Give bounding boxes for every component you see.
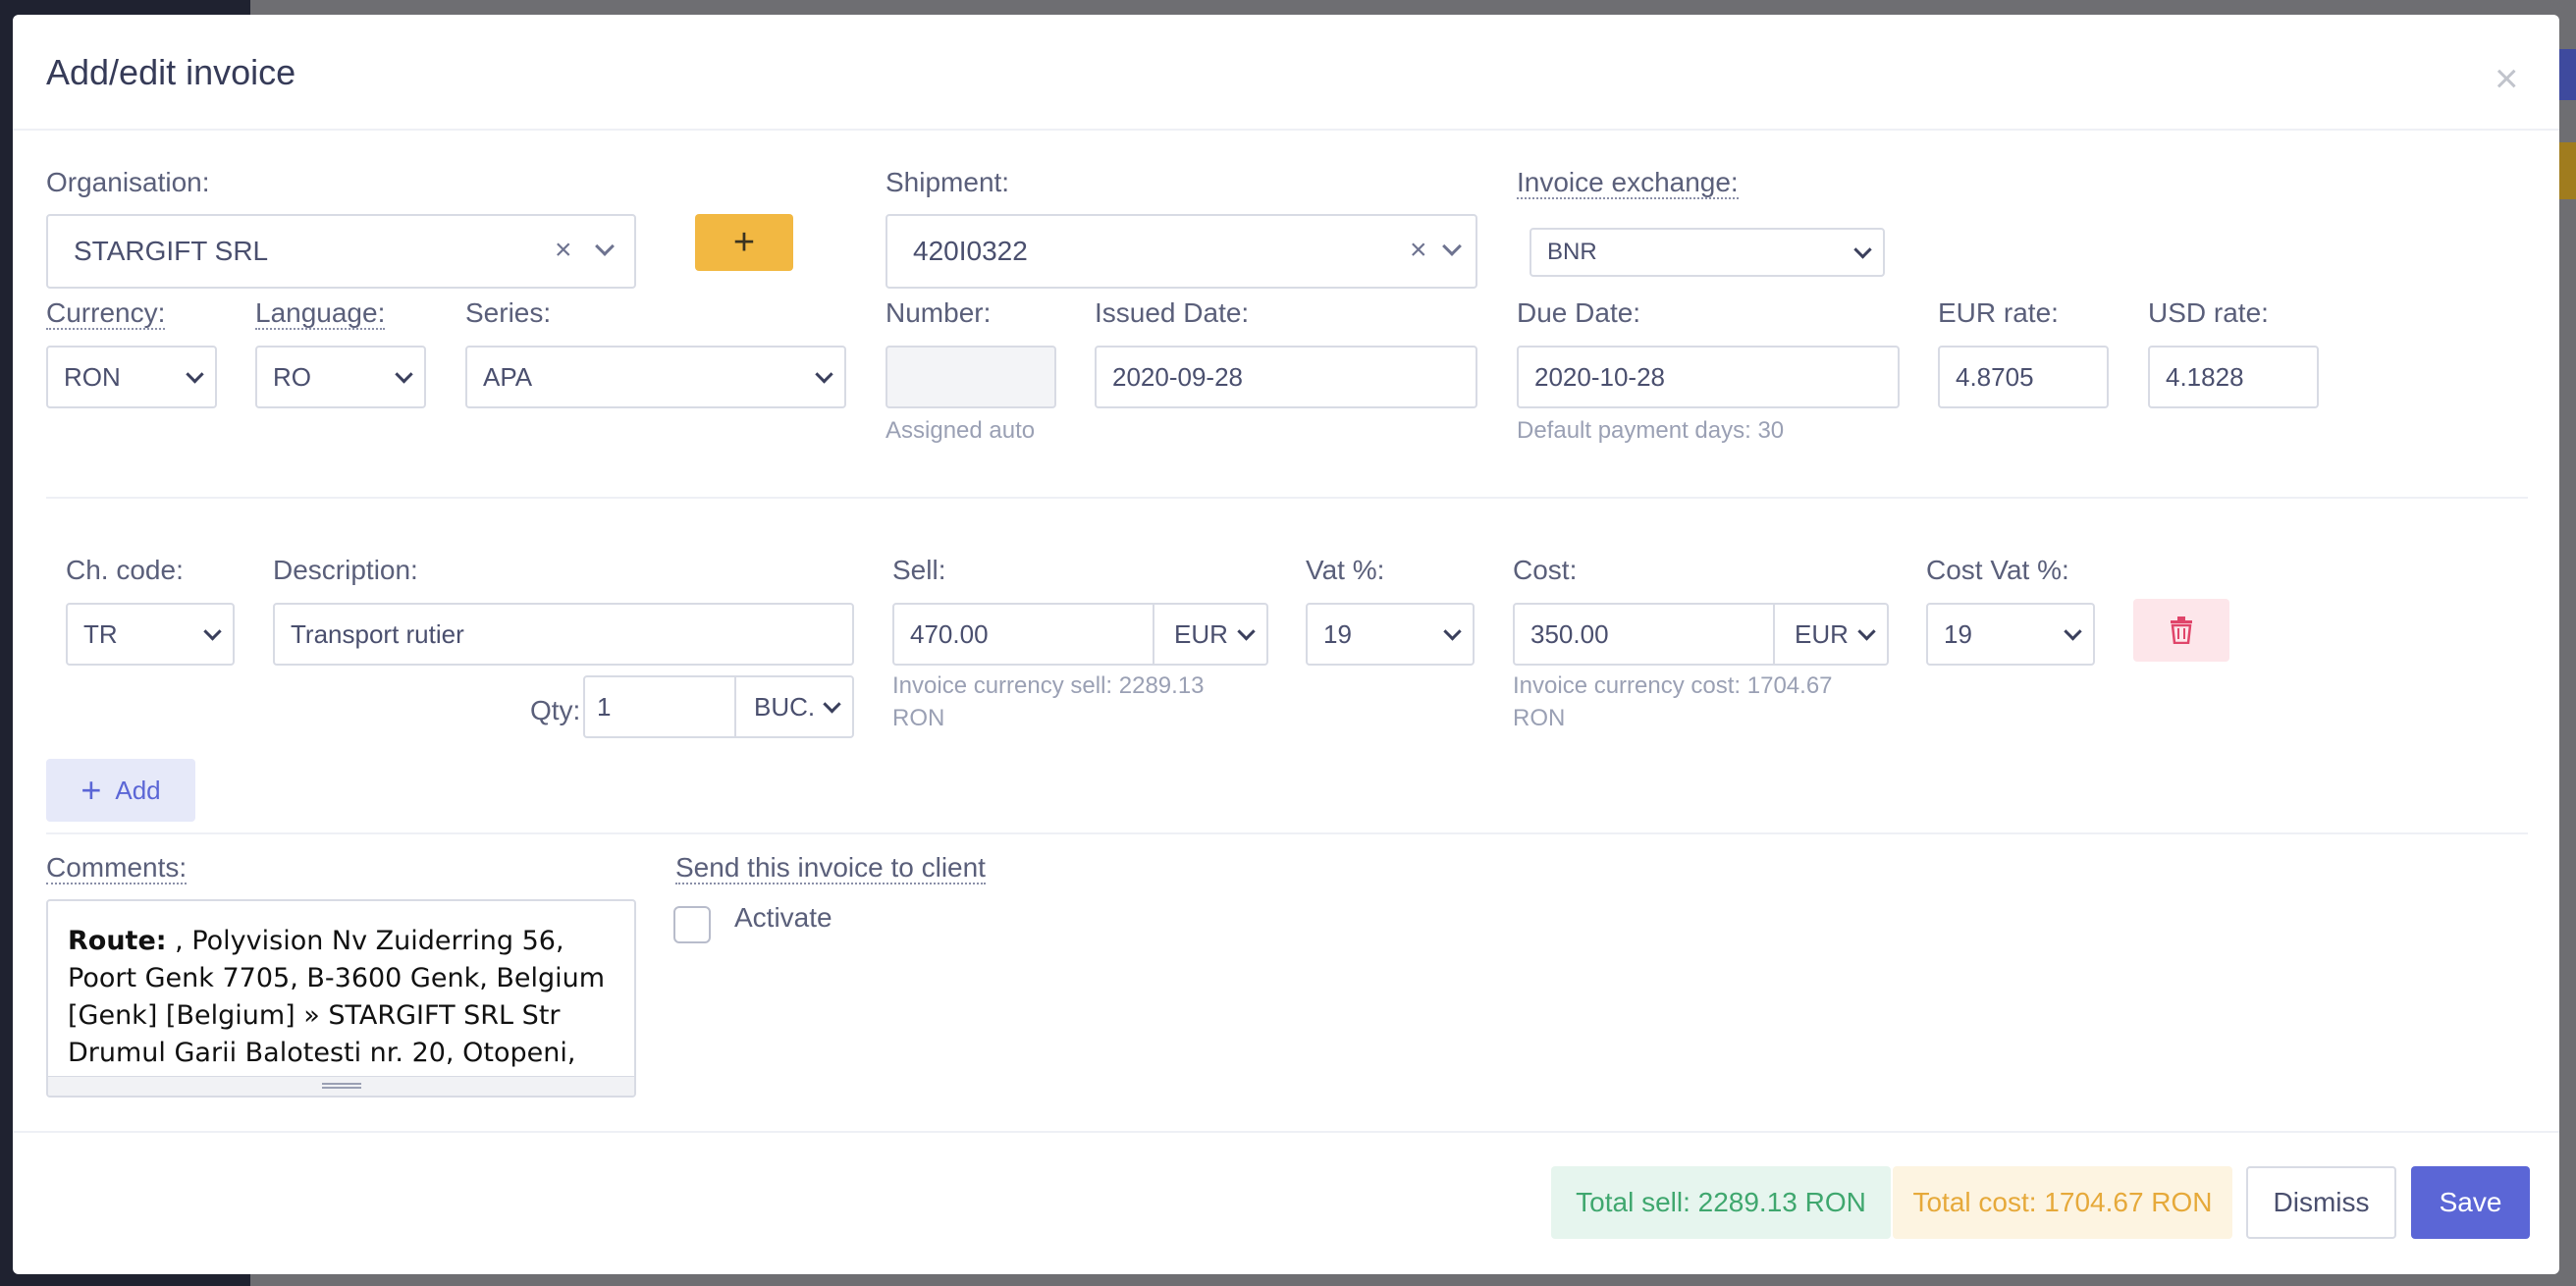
number-label: Number: <box>886 297 992 328</box>
delete-line-button[interactable] <box>2133 599 2229 662</box>
total-cost-badge: Total cost: 1704.67 RON <box>1893 1166 2232 1239</box>
description-label: Description: <box>273 555 418 585</box>
cost-vat-label: Cost Vat %: <box>1926 555 2069 585</box>
cost-hint-currency: RON <box>1513 705 1566 731</box>
vat-select[interactable]: 19 <box>1306 603 1475 666</box>
eur-rate-label: EUR rate: <box>1938 297 2059 328</box>
invoice-exchange-value: BNR <box>1547 239 1597 265</box>
save-button[interactable]: Save <box>2411 1166 2530 1239</box>
footer-divider <box>13 1131 2559 1133</box>
shipment-select[interactable]: 420I0322 × <box>886 214 1477 289</box>
issued-date-label: Issued Date: <box>1095 297 1250 328</box>
ch-code-label: Ch. code: <box>66 555 184 585</box>
add-line-button[interactable]: + Add <box>46 759 195 822</box>
trash-icon <box>2171 616 2192 644</box>
due-date-label: Due Date: <box>1517 297 1641 328</box>
sell-currency-value: EUR <box>1174 618 1228 649</box>
organisation-select[interactable]: STARGIFT SRL × <box>46 214 636 289</box>
cost-currency-select[interactable]: EUR <box>1773 603 1889 666</box>
sell-label: Sell: <box>892 555 946 585</box>
cost-label: Cost: <box>1513 555 1578 585</box>
comments-label: Comments: <box>46 852 188 884</box>
modal-title: Add/edit invoice <box>46 52 296 92</box>
cost-vat-select[interactable]: 19 <box>1926 603 2095 666</box>
modal-header: Add/edit invoice × <box>13 15 2559 131</box>
send-invoice-label: Send this invoice to client <box>675 852 986 884</box>
currency-select[interactable]: RON <box>46 346 217 408</box>
ch-code-value: TR <box>83 618 118 649</box>
sell-hint-currency: RON <box>892 705 945 731</box>
qty-input[interactable]: 1 <box>583 675 736 738</box>
plus-icon: + <box>80 770 102 810</box>
vat-label: Vat %: <box>1306 555 1385 585</box>
total-sell-badge: Total sell: 2289.13 RON <box>1551 1166 1891 1239</box>
sell-currency-select[interactable]: EUR <box>1153 603 1268 666</box>
activate-checkbox[interactable] <box>673 906 711 943</box>
chevron-down-icon <box>1442 237 1462 256</box>
series-select[interactable]: APA <box>465 346 846 408</box>
due-date-input[interactable]: 2020-10-28 <box>1517 346 1900 408</box>
qty-label: Qty: <box>530 695 581 725</box>
language-select[interactable]: RO <box>255 346 426 408</box>
organisation-label: Organisation: <box>46 167 210 197</box>
add-line-label: Add <box>115 775 161 805</box>
resize-handle[interactable] <box>48 1076 634 1096</box>
vat-value: 19 <box>1323 618 1352 649</box>
language-label: Language: <box>255 297 386 330</box>
qty-unit-value: BUC. <box>754 691 816 722</box>
usd-rate-label: USD rate: <box>2148 297 2269 328</box>
close-icon[interactable]: × <box>2495 58 2519 99</box>
invoice-exchange-select[interactable]: BNR <box>1530 228 1885 277</box>
series-value: APA <box>483 361 533 392</box>
qty-unit-select[interactable]: BUC. <box>734 675 854 738</box>
route-label: Route: <box>68 926 167 956</box>
sell-hint: Invoice currency sell: 2289.13 <box>892 672 1205 699</box>
clear-icon[interactable]: × <box>1410 234 1427 267</box>
activate-label: Activate <box>734 902 832 933</box>
clear-icon[interactable]: × <box>555 234 572 267</box>
cost-hint: Invoice currency cost: 1704.67 <box>1513 672 1833 699</box>
comments-text: Route: , Polyvision Nv Zuiderring 56, Po… <box>68 923 611 1096</box>
language-value: RO <box>273 361 311 392</box>
section-divider <box>46 497 2528 499</box>
cost-input[interactable]: 350.00 <box>1513 603 1775 666</box>
chevron-down-icon <box>595 237 615 256</box>
invoice-exchange-label: Invoice exchange: <box>1517 167 1739 199</box>
cost-vat-value: 19 <box>1944 618 1972 649</box>
description-input[interactable]: Transport rutier <box>273 603 854 666</box>
comments-textarea[interactable]: Route: , Polyvision Nv Zuiderring 56, Po… <box>46 899 636 1098</box>
organisation-value: STARGIFT SRL <box>74 236 269 266</box>
issued-date-input[interactable]: 2020-09-28 <box>1095 346 1477 408</box>
currency-value: RON <box>64 361 121 392</box>
dismiss-button[interactable]: Dismiss <box>2246 1166 2396 1239</box>
sell-input[interactable]: 470.00 <box>892 603 1154 666</box>
currency-label: Currency: <box>46 297 166 330</box>
number-hint: Assigned auto <box>886 417 1036 444</box>
due-date-hint: Default payment days: 30 <box>1517 417 1785 444</box>
number-input <box>886 346 1056 408</box>
series-label: Series: <box>465 297 552 328</box>
add-organisation-button[interactable]: + <box>695 214 793 271</box>
shipment-label: Shipment: <box>886 167 1010 197</box>
ch-code-select[interactable]: TR <box>66 603 235 666</box>
usd-rate-input[interactable]: 4.1828 <box>2148 346 2319 408</box>
shipment-value: 420I0322 <box>913 236 1028 266</box>
eur-rate-input[interactable]: 4.8705 <box>1938 346 2109 408</box>
section-divider <box>46 832 2528 834</box>
cost-currency-value: EUR <box>1795 618 1849 649</box>
invoice-modal: Add/edit invoice × Organisation: STARGIF… <box>13 15 2559 1274</box>
